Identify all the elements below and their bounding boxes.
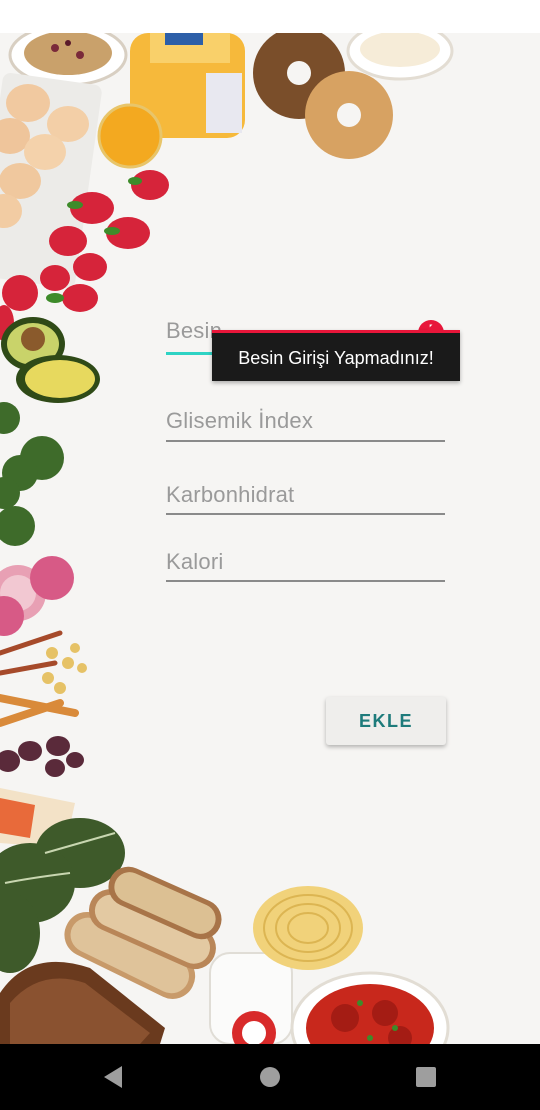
kalori-field-label: Kalori <box>166 549 224 574</box>
ekle-button[interactable]: EKLE <box>326 697 446 745</box>
recents-icon[interactable] <box>411 1062 441 1092</box>
glisemik-index-field-label: Glisemik İndex <box>166 408 314 433</box>
karbonhidrat-field-label: Karbonhidrat <box>166 482 295 507</box>
glisemik-index-field[interactable]: Glisemik İndex <box>166 408 445 444</box>
kalori-field[interactable]: Kalori <box>166 549 445 585</box>
karbonhidrat-field-underline <box>166 513 445 515</box>
status-bar <box>0 0 540 33</box>
glisemik-index-field-underline <box>166 440 445 442</box>
navigation-bar <box>0 1044 540 1110</box>
error-message: Besin Girişi Yapmadınız! <box>238 348 434 368</box>
error-popup-caret <box>426 323 442 331</box>
food-background-image <box>0 33 454 1044</box>
error-popup: Besin Girişi Yapmadınız! <box>212 323 460 381</box>
kalori-field-underline <box>166 580 445 582</box>
home-icon[interactable] <box>255 1062 285 1092</box>
karbonhidrat-field[interactable]: Karbonhidrat <box>166 482 445 518</box>
app-background <box>0 33 540 1044</box>
back-icon[interactable] <box>98 1062 128 1092</box>
